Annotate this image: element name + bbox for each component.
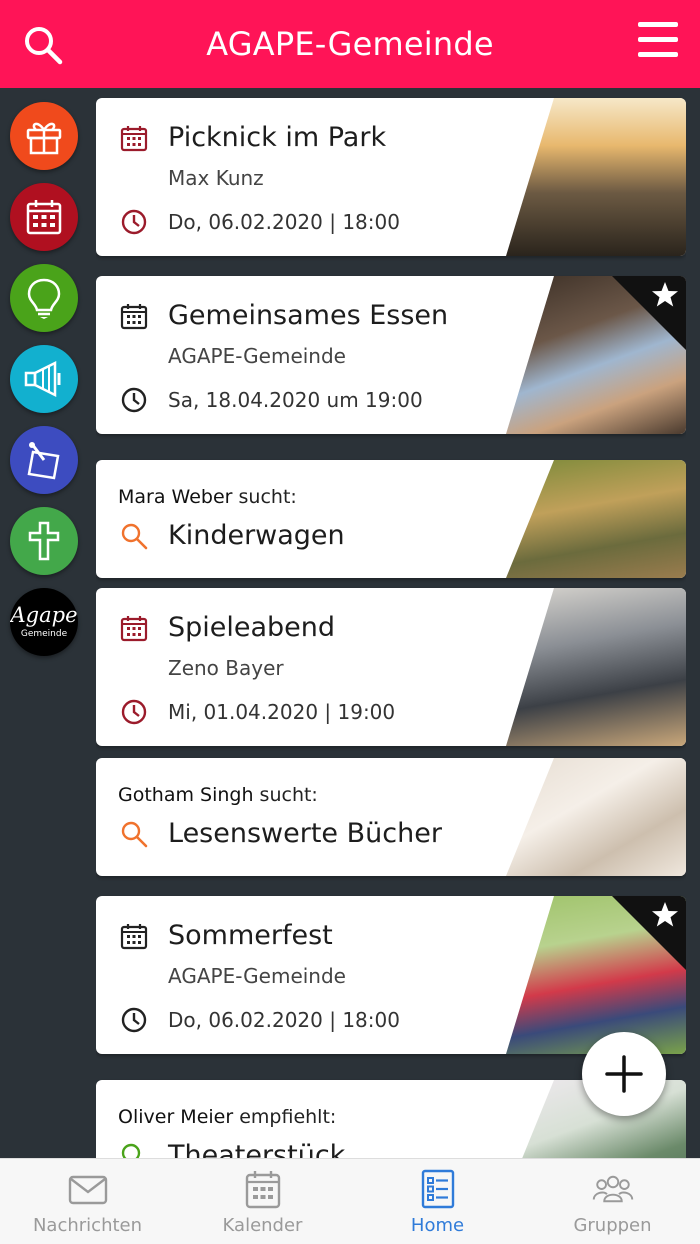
event-title: Gemeinsames Essen: [168, 300, 449, 331]
agape-logo-button[interactable]: Agape Gemeinde: [10, 588, 78, 656]
recommend-magnifier-icon: [121, 1143, 141, 1158]
event-image: [506, 588, 686, 746]
note-icon: [27, 442, 60, 480]
event-image: [506, 98, 686, 256]
search-author: Mara Weber sucht:: [118, 486, 297, 508]
search-title: Kinderwagen: [168, 520, 345, 551]
event-date: Mi, 01.04.2020 | 19:00: [168, 700, 396, 724]
tab-messages[interactable]: Nachrichten: [0, 1159, 175, 1244]
search-image: [506, 460, 686, 578]
event-title: Sommerfest: [168, 920, 333, 951]
event-title: Picknick im Park: [168, 122, 387, 153]
magnifier-icon: [121, 523, 148, 550]
calendar-icon: [120, 616, 148, 642]
add-button[interactable]: [582, 1032, 666, 1116]
calendar-category-button[interactable]: [10, 183, 78, 251]
feed-list[interactable]: Picknick im Park Max Kunz Do, 06.02.2020…: [96, 96, 686, 1158]
megaphone-icon: [24, 360, 61, 398]
gift-category-button[interactable]: [10, 102, 78, 170]
envelope-icon: [68, 1175, 107, 1205]
announcements-category-button[interactable]: [10, 345, 78, 413]
calendar-tab-icon: [245, 1171, 280, 1209]
svg-text:Gemeinde: Gemeinde: [21, 629, 68, 639]
tab-groups[interactable]: Gruppen: [525, 1159, 700, 1244]
notes-category-button[interactable]: [10, 426, 78, 494]
clock-icon: [121, 387, 147, 413]
bottom-tab-bar: Nachrichten Kalender Home Gruppen: [0, 1158, 700, 1244]
clock-icon: [121, 699, 147, 725]
gift-icon: [26, 122, 62, 155]
recommendation-title: Theaterstück: [168, 1140, 346, 1158]
event-date: Do, 06.02.2020 | 18:00: [168, 210, 400, 234]
search-author: Gotham Singh sucht:: [118, 784, 318, 806]
event-card-essen[interactable]: Gemeinsames Essen AGAPE-Gemeinde Sa, 18.…: [96, 276, 686, 434]
event-date: Do, 06.02.2020 | 18:00: [168, 1008, 400, 1032]
faith-category-button[interactable]: [10, 507, 78, 575]
event-card-sommerfest[interactable]: Sommerfest AGAPE-Gemeinde Do, 06.02.2020…: [96, 896, 686, 1054]
agape-logo-icon: Agape Gemeinde: [10, 603, 78, 639]
hamburger-menu-icon[interactable]: [638, 20, 678, 60]
event-card-spieleabend[interactable]: Spieleabend Zeno Bayer Mi, 01.04.2020 | …: [96, 588, 686, 746]
calendar-icon: [120, 924, 148, 950]
app-title: AGAPE-Gemeinde: [206, 25, 494, 63]
event-organizer: AGAPE-Gemeinde: [168, 964, 346, 988]
event-organizer: AGAPE-Gemeinde: [168, 344, 346, 368]
event-organizer: Max Kunz: [168, 166, 264, 190]
event-date: Sa, 18.04.2020 um 19:00: [168, 388, 423, 412]
category-sidebar: Agape Gemeinde: [10, 102, 78, 669]
event-organizer: Zeno Bayer: [168, 656, 284, 680]
tab-label: Nachrichten: [32, 1215, 143, 1236]
search-card-buecher[interactable]: Gotham Singh sucht: Lesenswerte Bücher: [96, 758, 686, 876]
clock-icon: [121, 209, 147, 235]
magnifier-icon: [121, 821, 148, 848]
calendar-icon: [120, 304, 148, 330]
group-icon: [592, 1175, 633, 1203]
calendar-icon: [26, 200, 62, 235]
tab-label: Kalender: [222, 1215, 303, 1236]
tab-label: Home: [410, 1215, 465, 1236]
cross-icon: [28, 521, 60, 561]
event-title: Spieleabend: [168, 612, 336, 643]
svg-text:Agape: Agape: [10, 603, 78, 627]
search-card-kinderwagen[interactable]: Mara Weber sucht: Kinderwagen: [96, 460, 686, 578]
search-image: [506, 758, 686, 876]
search-title: Lesenswerte Bücher: [168, 818, 442, 849]
list-icon: [421, 1169, 454, 1209]
plus-icon: [605, 1055, 643, 1093]
calendar-icon: [120, 126, 148, 152]
ideas-category-button[interactable]: [10, 264, 78, 332]
star-icon[interactable]: [650, 900, 680, 930]
lightbulb-icon: [27, 278, 61, 319]
app-header: AGAPE-Gemeinde: [0, 0, 700, 88]
tab-home[interactable]: Home: [350, 1159, 525, 1244]
star-icon[interactable]: [650, 280, 680, 310]
event-card-picknick[interactable]: Picknick im Park Max Kunz Do, 06.02.2020…: [96, 98, 686, 256]
recommendation-author: Oliver Meier empfiehlt:: [118, 1106, 337, 1128]
tab-calendar[interactable]: Kalender: [175, 1159, 350, 1244]
clock-icon: [121, 1007, 147, 1033]
tab-label: Gruppen: [573, 1215, 652, 1236]
search-icon[interactable]: [22, 24, 64, 66]
